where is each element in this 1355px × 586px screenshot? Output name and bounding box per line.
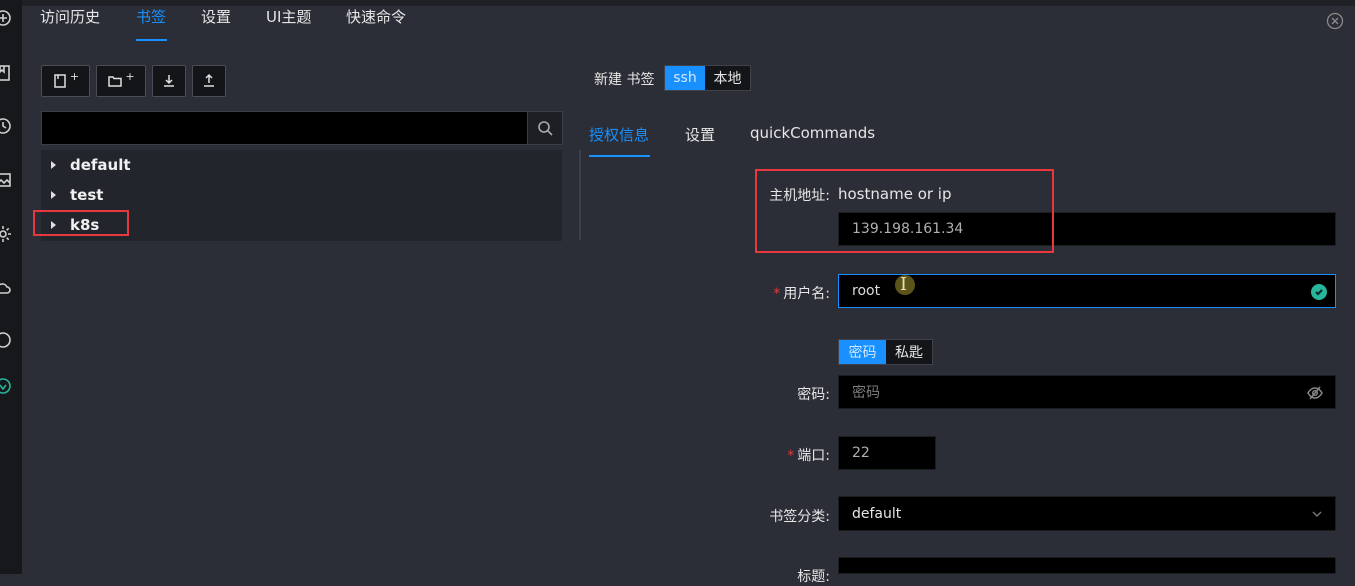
port-label: * 端口: <box>787 448 830 464</box>
password-placeholder: 密码 <box>852 385 880 401</box>
tab-form-quick-commands[interactable]: quickCommands <box>750 124 875 142</box>
password-label: 密码: <box>710 384 830 404</box>
category-value: default <box>852 505 902 522</box>
port-input[interactable]: 22 <box>838 436 936 470</box>
chevron-down-icon <box>1311 508 1323 520</box>
username-label: * 用户名: <box>773 286 830 302</box>
tab-form-settings[interactable]: 设置 <box>685 124 715 145</box>
new-folder-button[interactable]: + <box>96 65 146 97</box>
eye-invisible-icon[interactable] <box>1307 385 1323 401</box>
image-icon[interactable] <box>0 171 12 189</box>
activity-bar <box>0 0 22 574</box>
cloud-icon[interactable] <box>0 279 12 297</box>
caret-right-icon <box>51 161 56 169</box>
auth-password-option[interactable]: 密码 <box>839 340 886 364</box>
port-value: 22 <box>852 445 870 461</box>
tab-ui-theme[interactable]: UI主题 <box>266 6 311 27</box>
tab-auth-info[interactable]: 授权信息 <box>589 124 649 145</box>
auth-private-key-option[interactable]: 私匙 <box>886 340 932 364</box>
folder-icon <box>108 76 123 87</box>
tab-quick-commands[interactable]: 快速命令 <box>346 6 406 27</box>
title-label-text: 标题: <box>797 569 830 585</box>
title-label: 标题: <box>710 566 830 586</box>
tree-node-default[interactable]: default <box>41 150 562 180</box>
close-icon[interactable] <box>1326 12 1344 30</box>
plus-icon: + <box>69 69 80 83</box>
highlight-box <box>33 210 129 236</box>
type-local-option[interactable]: 本地 <box>705 66 750 90</box>
bookmark-icon[interactable] <box>0 64 12 82</box>
add-circle-icon[interactable] <box>0 9 12 27</box>
tree-node-label: test <box>70 186 104 204</box>
username-label-text: 用户名: <box>783 286 830 302</box>
active-tab-indicator <box>136 39 167 41</box>
bookmark-search <box>41 111 563 145</box>
password-label-text: 密码: <box>797 387 830 403</box>
form-title: 新建 书签 <box>594 72 655 88</box>
password-input[interactable]: 密码 <box>838 375 1336 409</box>
category-label-text: 书签分类: <box>769 509 830 525</box>
type-switch: ssh 本地 <box>664 65 751 91</box>
highlight-box <box>755 169 1054 253</box>
search-button[interactable] <box>527 112 562 144</box>
plus-icon: + <box>125 69 135 83</box>
gear-icon[interactable] <box>0 225 12 243</box>
download-icon <box>164 75 174 87</box>
tab-bookmarks[interactable]: 书签 <box>136 6 166 27</box>
tree-node-label: default <box>70 156 131 174</box>
search-icon <box>538 121 553 136</box>
panel-divider[interactable] <box>579 150 581 240</box>
upgrade-icon[interactable] <box>0 377 12 395</box>
tab-settings[interactable]: 设置 <box>201 6 231 27</box>
tree-node-test[interactable]: test <box>41 180 562 210</box>
tab-history[interactable]: 访问历史 <box>40 6 100 27</box>
import-button[interactable] <box>152 65 186 97</box>
username-value: root <box>852 283 881 299</box>
title-input[interactable] <box>838 557 1336 574</box>
auth-type-switch: 密码 私匙 <box>838 339 933 365</box>
text-cursor-icon: I <box>900 274 908 295</box>
history-icon[interactable] <box>0 117 12 135</box>
category-label: 书签分类: <box>710 506 830 526</box>
export-button[interactable] <box>192 65 226 97</box>
type-ssh-option[interactable]: ssh <box>665 66 705 90</box>
search-input[interactable] <box>42 112 530 144</box>
check-circle-icon <box>1311 284 1327 300</box>
active-subtab-indicator <box>589 155 650 157</box>
new-bookmark-button[interactable]: + <box>41 65 90 97</box>
file-icon <box>54 74 66 88</box>
port-label-text: 端口: <box>797 448 830 464</box>
category-select[interactable]: default <box>838 496 1336 531</box>
caret-right-icon <box>51 191 56 199</box>
upload-icon <box>204 73 214 87</box>
info-icon[interactable] <box>0 331 12 349</box>
